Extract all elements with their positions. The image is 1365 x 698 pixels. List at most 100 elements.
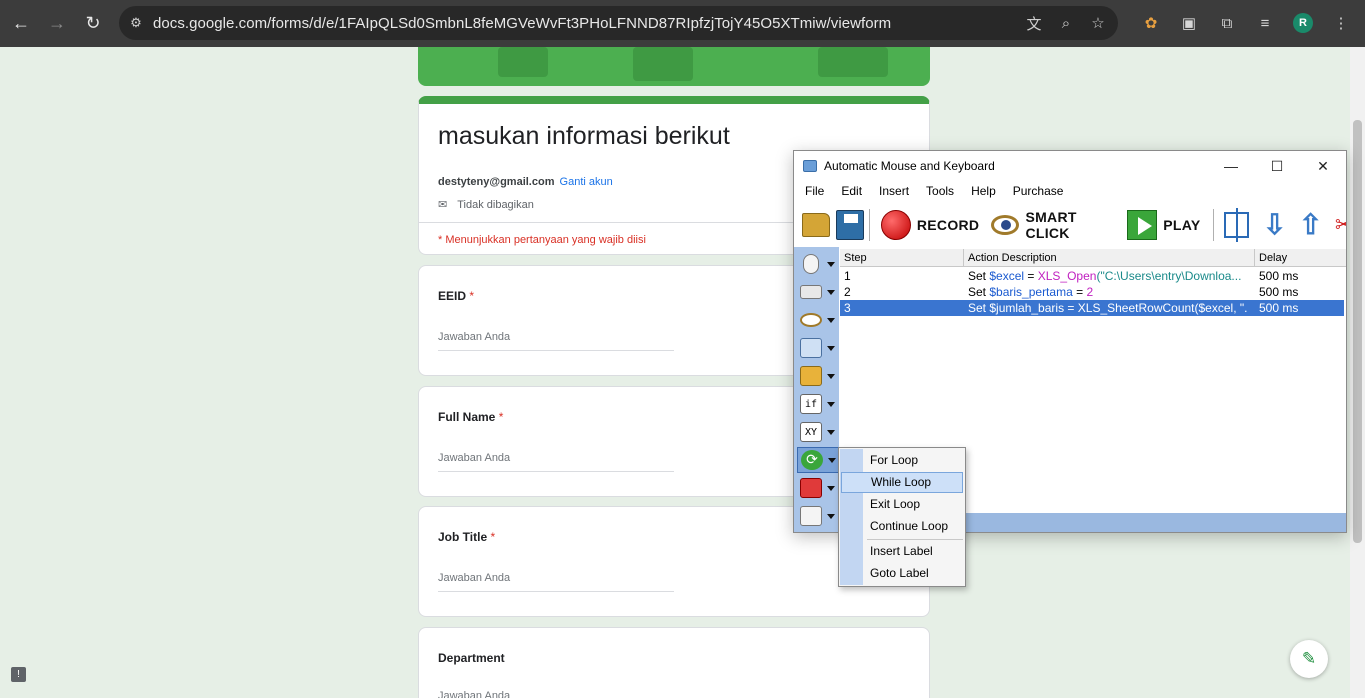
- extensions-puzzle-icon[interactable]: ⧉: [1209, 15, 1245, 32]
- menu-help[interactable]: Help: [971, 184, 996, 198]
- menu-item-while-loop[interactable]: While Loop: [841, 472, 963, 493]
- move-up-icon[interactable]: ⇧: [1299, 210, 1322, 240]
- select-all-icon[interactable]: [1224, 208, 1249, 242]
- smart-click-label: SMART CLICK: [1025, 209, 1077, 241]
- back-icon[interactable]: ←: [3, 6, 39, 42]
- dropdown-arrow-icon[interactable]: [827, 373, 835, 379]
- feedback-icon[interactable]: !: [11, 667, 26, 682]
- action-row[interactable]: 1 Set $excel = XLS_Open("C:\Users\entry\…: [840, 268, 1344, 284]
- variable-name: $baris_pertama: [989, 285, 1073, 299]
- question-label: EEID *: [438, 289, 474, 303]
- dropdown-arrow-icon[interactable]: [827, 485, 835, 491]
- edit-pencil-icon[interactable]: ✎: [1290, 640, 1328, 678]
- answer-input[interactable]: Jawaban Anda: [438, 690, 674, 698]
- extension-icon[interactable]: ✿: [1133, 14, 1169, 32]
- close-icon[interactable]: ✕: [1300, 151, 1346, 181]
- column-step[interactable]: Step: [840, 249, 964, 266]
- maximize-icon[interactable]: ☐: [1254, 151, 1300, 181]
- column-delay[interactable]: Delay: [1255, 249, 1346, 266]
- reload-icon[interactable]: ↻: [75, 6, 111, 42]
- bookmark-star-icon[interactable]: ☆: [1084, 14, 1112, 32]
- dropdown-arrow-icon[interactable]: [827, 429, 835, 435]
- window-titlebar[interactable]: Automatic Mouse and Keyboard — ☐ ✕: [794, 151, 1346, 181]
- play-icon: [1127, 210, 1158, 240]
- translate-icon[interactable]: 文: [1020, 13, 1048, 34]
- dropdown-arrow-icon[interactable]: [827, 261, 835, 267]
- media-control-icon[interactable]: ≡: [1247, 15, 1283, 32]
- variable-command[interactable]: XY: [797, 419, 839, 445]
- forward-icon[interactable]: →: [39, 6, 75, 42]
- action-row[interactable]: 2 Set $baris_pertama = 2 500 ms: [840, 284, 1344, 300]
- menu-purchase[interactable]: Purchase: [1013, 184, 1064, 198]
- function-name: XLS_SheetRowCount: [1077, 301, 1195, 315]
- save-icon[interactable]: [835, 210, 864, 240]
- menu-file[interactable]: File: [805, 184, 824, 198]
- row-step: 3: [844, 301, 851, 315]
- row-step: 1: [844, 269, 851, 283]
- menu-item-continue-loop[interactable]: Continue Loop: [841, 516, 963, 537]
- form-title: masukan informasi berikut: [438, 122, 730, 150]
- required-star: *: [490, 530, 496, 544]
- keyboard-command[interactable]: [797, 279, 839, 305]
- menu-tools[interactable]: Tools: [926, 184, 954, 198]
- value-literal: 2: [1086, 285, 1094, 299]
- toolbar-separator: [1212, 209, 1214, 241]
- dropdown-arrow-icon[interactable]: [827, 513, 835, 519]
- set-keyword: Set: [968, 301, 987, 315]
- question-label-text: Full Name: [438, 410, 496, 424]
- smart-click-button[interactable]: SMART CLICK: [991, 209, 1117, 241]
- zoom-icon[interactable]: ⌕: [1052, 15, 1080, 32]
- minimize-icon[interactable]: —: [1208, 151, 1254, 181]
- mouse-command[interactable]: [797, 251, 839, 277]
- mail-lock-icon: ✉: [438, 199, 448, 211]
- question-label-text: Job Title: [438, 530, 488, 544]
- dropdown-arrow-icon[interactable]: [827, 289, 835, 295]
- not-shared-text: Tidak dibagikan: [457, 198, 534, 211]
- open-folder-icon[interactable]: [802, 213, 830, 237]
- menu-item-for-loop[interactable]: For Loop: [841, 450, 963, 471]
- cut-icon[interactable]: ✂: [1335, 210, 1346, 240]
- toolbar-separator: [868, 209, 870, 241]
- operator: =: [1072, 285, 1087, 299]
- function-args: ($excel, ".: [1194, 301, 1248, 315]
- scrollbar-thumb[interactable]: [1353, 120, 1362, 543]
- window-command[interactable]: [797, 335, 839, 361]
- operator: =: [1064, 301, 1078, 315]
- script-command[interactable]: [797, 503, 839, 529]
- chrome-menu-icon[interactable]: ⋮: [1323, 14, 1359, 32]
- switch-account-link[interactable]: Ganti akun: [560, 176, 613, 188]
- question-label: Full Name *: [438, 410, 503, 424]
- menu-edit[interactable]: Edit: [841, 184, 862, 198]
- play-button[interactable]: PLAY: [1127, 210, 1200, 240]
- url-text[interactable]: docs.google.com/forms/d/e/1FAIpQLSd0Smbn…: [153, 15, 891, 32]
- picture-in-picture-icon[interactable]: ▣: [1171, 14, 1207, 32]
- menu-insert[interactable]: Insert: [879, 184, 909, 198]
- answer-input[interactable]: Jawaban Anda: [438, 572, 674, 592]
- dropdown-arrow-icon[interactable]: [827, 401, 835, 407]
- answer-input[interactable]: Jawaban Anda: [438, 331, 674, 351]
- record-button[interactable]: RECORD: [880, 210, 979, 240]
- column-action-description[interactable]: Action Description: [964, 249, 1255, 266]
- loop-command[interactable]: ⟳: [797, 447, 839, 473]
- move-down-icon[interactable]: ⇩: [1263, 210, 1286, 240]
- menu-item-goto-label[interactable]: Goto Label: [841, 563, 963, 584]
- answer-input[interactable]: Jawaban Anda: [438, 452, 674, 472]
- address-bar[interactable]: ⚙ docs.google.com/forms/d/e/1FAIpQLSd0Sm…: [119, 6, 1118, 40]
- page-scrollbar[interactable]: [1350, 47, 1365, 698]
- action-row-selected[interactable]: 3 Set $jumlah_baris = XLS_SheetRowCount(…: [840, 300, 1344, 316]
- function-name: XLS_Open: [1037, 269, 1097, 283]
- site-settings-icon[interactable]: ⚙: [119, 15, 153, 31]
- app-toolbar: RECORD SMART CLICK PLAY ⇩ ⇧ ✂: [794, 204, 1346, 246]
- menu-item-insert-label[interactable]: Insert Label: [841, 541, 963, 562]
- dropdown-arrow-icon[interactable]: [827, 317, 835, 323]
- dropdown-arrow-icon[interactable]: [827, 345, 835, 351]
- menu-item-exit-loop[interactable]: Exit Loop: [841, 494, 963, 515]
- file-command[interactable]: [797, 363, 839, 389]
- misc-command[interactable]: [797, 475, 839, 501]
- profile-avatar[interactable]: R: [1293, 13, 1313, 33]
- account-email: destyteny@gmail.com: [438, 176, 555, 188]
- menu-bar: File Edit Insert Tools Help Purchase: [794, 181, 1346, 201]
- dropdown-arrow-icon[interactable]: [828, 457, 836, 463]
- if-command[interactable]: if: [797, 391, 839, 417]
- smart-click-command[interactable]: [797, 307, 839, 333]
